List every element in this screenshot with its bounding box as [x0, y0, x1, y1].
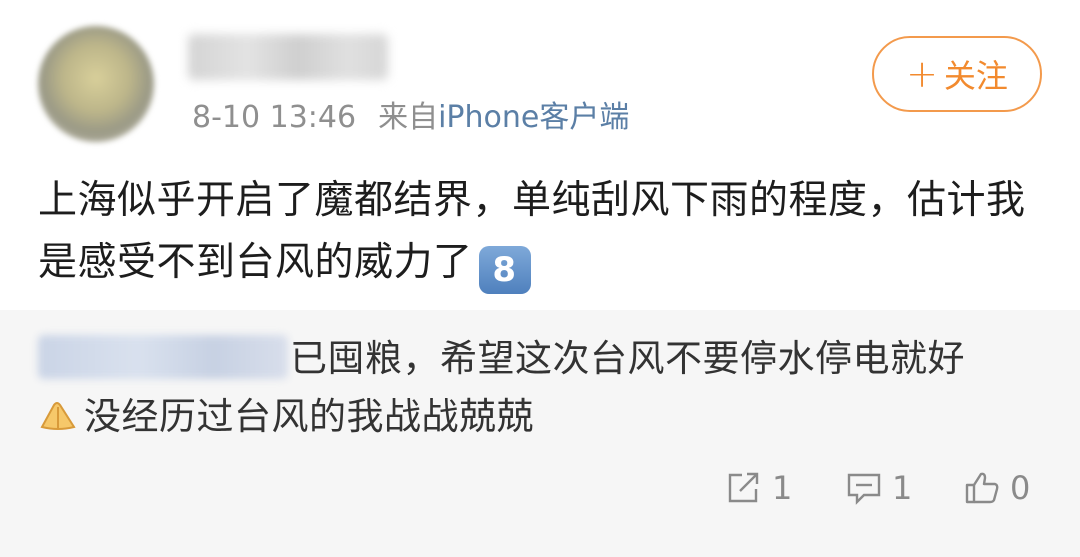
follow-label: 关注	[943, 57, 1008, 95]
like-count: 0	[1010, 469, 1031, 507]
plus-icon: +	[906, 52, 938, 96]
repost-text-line1: 已囤粮，希望这次台风不要停水停电就好	[290, 337, 965, 380]
post-content: 上海似乎开启了魔都结界，单纯刮风下雨的程度，估计我是感受不到台风的威力了 8	[38, 170, 1038, 294]
source-prefix: 来自	[378, 100, 439, 135]
repost-text-line2: 没经历过台风的我战战兢兢	[84, 395, 534, 438]
post-timestamp: 8-10 13:46	[192, 100, 357, 135]
repost-content: 已囤粮，希望这次台风不要停水停电就好 没经历过台风的我战战兢兢	[38, 330, 1048, 446]
like-action[interactable]: 0	[964, 466, 1030, 510]
thumbs-up-icon	[964, 471, 1000, 505]
follow-button[interactable]: + 关注	[872, 36, 1042, 112]
source-device-link[interactable]: iPhone客户端	[438, 100, 629, 135]
share-square-arrow-icon	[726, 471, 762, 505]
repost-action[interactable]: 1	[726, 466, 792, 510]
pressed-hands-emoji-icon	[38, 392, 78, 430]
username-blurred[interactable]	[188, 34, 388, 80]
comment-bubble-icon	[846, 471, 882, 505]
avatar[interactable]	[38, 26, 154, 142]
repost-username-blurred[interactable]	[38, 335, 288, 379]
repost-count: 1	[772, 469, 793, 507]
comment-action[interactable]: 1	[846, 466, 912, 510]
post-meta: 8-10 13:46 来自iPhone客户端	[192, 98, 629, 138]
post-text: 上海似乎开启了魔都结界，单纯刮风下雨的程度，估计我是感受不到台风的威力了	[38, 178, 1026, 285]
keycap-eight-badge: 8	[478, 246, 531, 294]
comment-count: 1	[892, 469, 913, 507]
